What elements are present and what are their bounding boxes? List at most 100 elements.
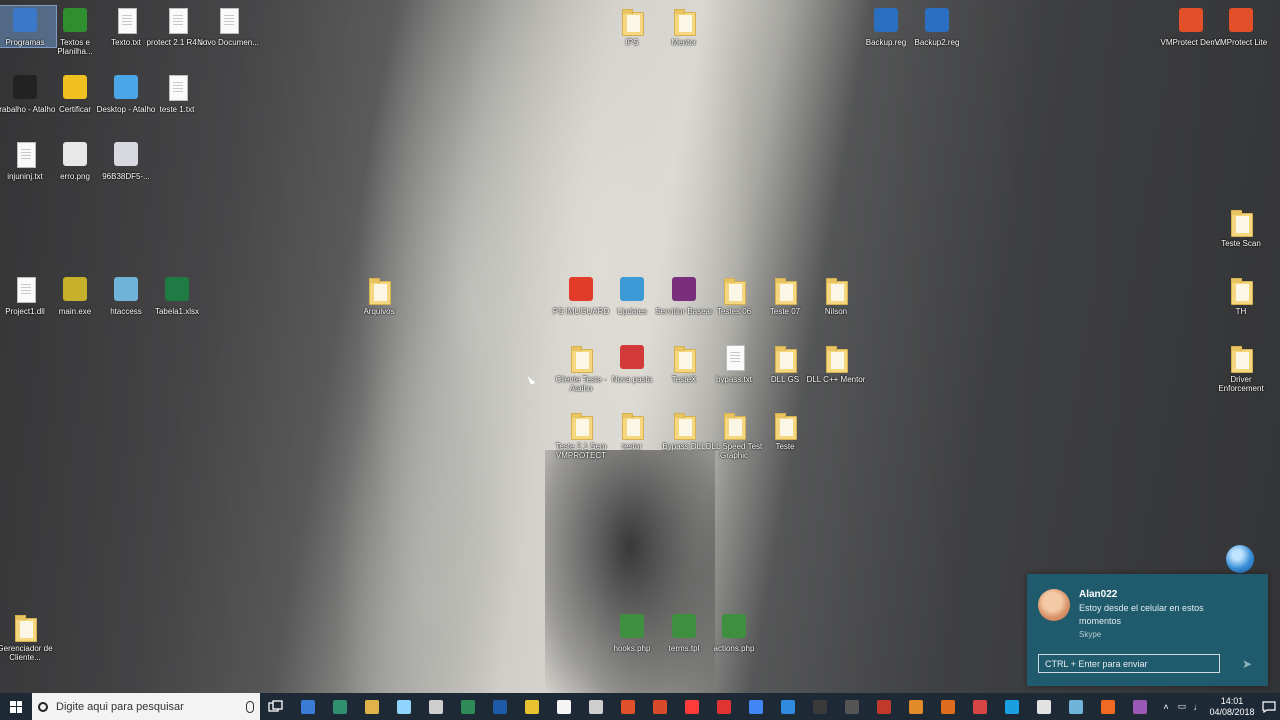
- volume-icon[interactable]: ♩: [1190, 693, 1206, 720]
- taskbar-app-button[interactable]: [1124, 693, 1156, 720]
- taskbar-app-icon: [397, 699, 411, 714]
- taskbar-app-button[interactable]: [516, 693, 548, 720]
- desktop-icon[interactable]: Driver Enforcement: [1210, 343, 1272, 393]
- folder-icon: [669, 6, 699, 36]
- taskbar-app-icon: [1069, 699, 1083, 714]
- taskbar-app-button[interactable]: [484, 693, 516, 720]
- taskbar-app-button[interactable]: [1092, 693, 1124, 720]
- app-icon: [871, 6, 901, 36]
- taskbar-app-button[interactable]: [740, 693, 772, 720]
- taskbar-app-icon: [845, 699, 859, 714]
- app-icon: [566, 275, 596, 305]
- app-icon: [162, 275, 192, 305]
- document-icon: [10, 140, 40, 170]
- folder-icon: [566, 410, 596, 440]
- desktop-icon-label: Tabela1.xlsx: [154, 307, 200, 316]
- taskbar-app-button[interactable]: [452, 693, 484, 720]
- folder-icon: [719, 275, 749, 305]
- taskbar-app-icon: [813, 699, 827, 714]
- microphone-icon[interactable]: [246, 700, 254, 713]
- taskbar-app-button[interactable]: [324, 693, 356, 720]
- desktop-icon-label: Novo Documen...: [197, 38, 259, 47]
- taskbar-app-button[interactable]: [420, 693, 452, 720]
- wallpaper-dark-rock: [545, 450, 715, 693]
- document-icon: [719, 343, 749, 373]
- taskbar-app-button[interactable]: [1060, 693, 1092, 720]
- task-view-button[interactable]: [260, 693, 292, 720]
- desktop-icon-label: Teste Scan: [1221, 239, 1261, 248]
- folder-icon: [1226, 343, 1256, 373]
- desktop-icon-label: VMProtect Lite: [1214, 38, 1268, 47]
- taskbar-app-button[interactable]: [868, 693, 900, 720]
- desktop-icon[interactable]: 96B38DF5-...: [95, 140, 157, 181]
- desktop-icon[interactable]: Mentor: [653, 6, 715, 47]
- taskbar-app-button[interactable]: [804, 693, 836, 720]
- start-button[interactable]: [0, 693, 32, 720]
- taskbar-app-button[interactable]: [580, 693, 612, 720]
- taskbar-app-button[interactable]: [964, 693, 996, 720]
- taskbar-app-button[interactable]: [676, 693, 708, 720]
- clock-time: 14:01: [1220, 695, 1244, 706]
- taskbar-app-button[interactable]: [1028, 693, 1060, 720]
- taskbar-app-button[interactable]: [836, 693, 868, 720]
- folder-icon: [669, 343, 699, 373]
- desktop-icon[interactable]: Teste: [754, 410, 816, 451]
- toast-app-name: Skype: [1079, 630, 1102, 639]
- desktop-icon[interactable]: actions.php: [703, 612, 765, 653]
- folder-icon: [617, 6, 647, 36]
- skype-notification-toast[interactable]: Alan022 Estoy desde el celular en estos …: [1027, 574, 1268, 686]
- desktop-icon[interactable]: Tabela1.xlsx: [146, 275, 208, 316]
- taskbar-app-button[interactable]: [644, 693, 676, 720]
- action-center-button[interactable]: [1258, 693, 1280, 720]
- task-view-icon: [268, 699, 283, 712]
- app-icon: [111, 73, 141, 103]
- folder-icon: [770, 343, 800, 373]
- network-icon[interactable]: ▭: [1174, 693, 1190, 720]
- folder-icon: [1226, 275, 1256, 305]
- taskbar-app-button[interactable]: [292, 693, 324, 720]
- taskbar-app-icon: [301, 699, 315, 714]
- taskbar-app-button[interactable]: [900, 693, 932, 720]
- globe-clock-icon[interactable]: [1226, 545, 1254, 573]
- taskbar-app-button[interactable]: [708, 693, 740, 720]
- desktop-icon-label: Nilson: [824, 307, 848, 316]
- desktop-icon[interactable]: Arquivos: [348, 275, 410, 316]
- app-icon: [111, 140, 141, 170]
- chevron-up-icon[interactable]: ˄: [1158, 693, 1174, 720]
- desktop-icon[interactable]: DLL C++ Mentor: [805, 343, 867, 384]
- taskbar-app-button[interactable]: [356, 693, 388, 720]
- taskbar-app-button[interactable]: [932, 693, 964, 720]
- desktop-icon-label: Backup2.reg: [914, 38, 960, 47]
- desktop-icon[interactable]: TH: [1210, 275, 1272, 316]
- desktop-icon[interactable]: Teste Scan: [1210, 207, 1272, 248]
- reply-input[interactable]: CTRL + Enter para enviar: [1038, 654, 1220, 673]
- app-icon: [1176, 6, 1206, 36]
- search-box[interactable]: Digite aqui para pesquisar: [32, 693, 260, 720]
- desktop-icon[interactable]: Gerenciador de Cliente...: [0, 612, 56, 662]
- taskbar-app-icon: [1005, 699, 1019, 714]
- desktop-icon-label: TH: [1235, 307, 1247, 316]
- send-icon[interactable]: ➤: [1237, 654, 1257, 673]
- desktop-icon[interactable]: Backup2.reg: [906, 6, 968, 47]
- desktop-icon[interactable]: teste 1.txt: [146, 73, 208, 114]
- taskbar-app-icon: [493, 699, 507, 714]
- desktop-icon[interactable]: Nilson: [805, 275, 867, 316]
- clock[interactable]: 14:01 04/08/2018: [1206, 696, 1258, 718]
- app-icon: [111, 275, 141, 305]
- mouse-cursor: [527, 374, 536, 385]
- desktop-icon[interactable]: Novo Documen...: [197, 6, 259, 47]
- desktop-icon-label: Driver Enforcement: [1218, 375, 1264, 393]
- document-icon: [213, 6, 243, 36]
- taskbar-app-button[interactable]: [612, 693, 644, 720]
- desktop-icon[interactable]: VMProtect Lite: [1210, 6, 1272, 47]
- folder-icon: [770, 275, 800, 305]
- taskbar-app-button[interactable]: [388, 693, 420, 720]
- taskbar-app-icon: [941, 699, 955, 714]
- taskbar-app-button[interactable]: [996, 693, 1028, 720]
- taskbar-app-button[interactable]: [548, 693, 580, 720]
- taskbar-app-button[interactable]: [772, 693, 804, 720]
- taskbar-app-icon: [909, 699, 923, 714]
- document-icon: [10, 275, 40, 305]
- taskbar-app-icon: [365, 699, 379, 714]
- taskbar-app-icon: [685, 699, 699, 714]
